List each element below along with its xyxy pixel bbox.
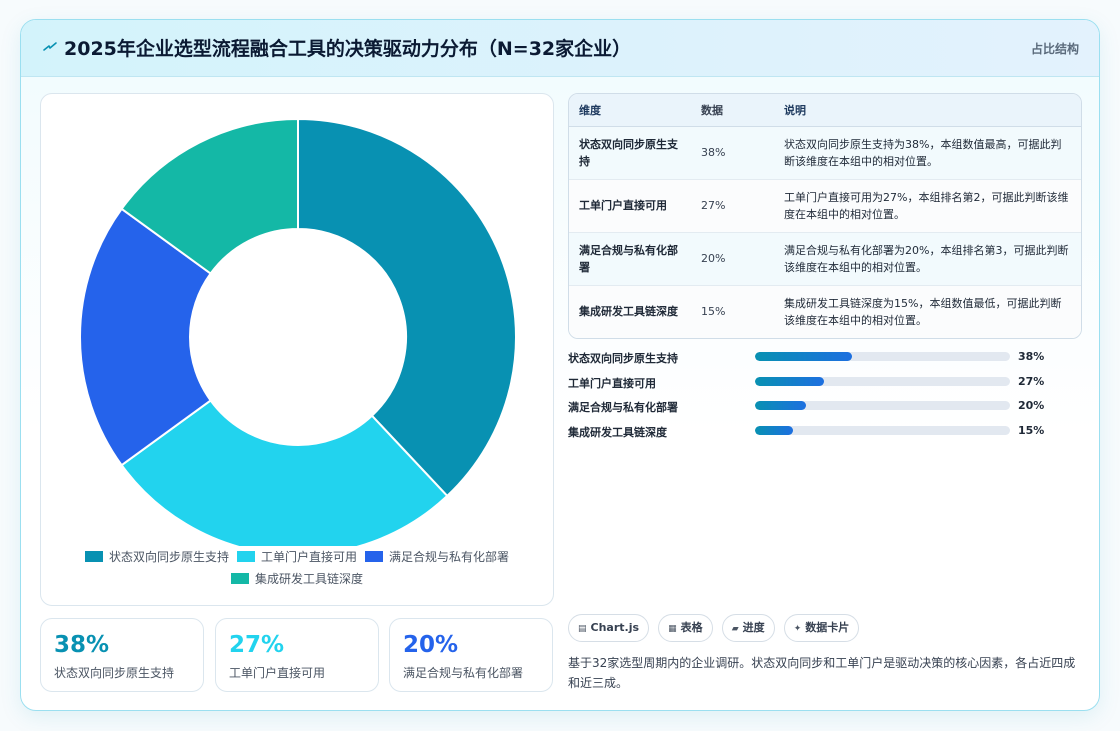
table-row: 状态双向同步原生支持 38% 状态双向同步原生支持为38%，本组数值最高，可据此… — [569, 126, 1081, 179]
chip-label: Chart.js — [590, 621, 640, 634]
stat-card: 38% 状态双向同步原生支持 — [40, 618, 204, 692]
legend-swatch — [365, 551, 383, 562]
progress-fill — [755, 376, 824, 386]
table-cell: 20% — [701, 252, 726, 265]
progress-track — [755, 401, 1010, 410]
page-title: 2025年企业选型流程融合工具的决策驱动力分布（N=32家企业） — [64, 38, 632, 60]
progress-fill — [755, 352, 852, 361]
chip-progress[interactable]: ▰ 进度 — [721, 614, 775, 642]
progress-row: 满足合规与私有化部署 20% — [568, 398, 1082, 423]
table-cell: 状态双向同步原生支持 — [579, 137, 678, 168]
table-icon: ▦ — [668, 624, 677, 634]
table-cell: 工单门户直接可用为27%，本组排名第2，可据此判断该维度在本组中的相对位置。 — [784, 190, 1069, 221]
legend-label: 满足合规与私有化部署 — [389, 550, 510, 564]
progress-list: 状态双向同步原生支持 38% 工单门户直接可用 27% 满足合规与私有化部署 2… — [568, 349, 1082, 447]
table-cell: 集成研发工具链深度 — [579, 305, 678, 319]
progress-label: 满足合规与私有化部署 — [568, 401, 678, 414]
chip-data-cards[interactable]: ✦ 数据卡片 — [783, 614, 860, 642]
stat-label: 工单门户直接可用 — [229, 666, 326, 680]
progress-fill — [755, 401, 806, 410]
chip-chartjs[interactable]: ▤ Chart.js — [568, 614, 650, 642]
progress-icon: ▰ — [731, 624, 739, 634]
table-cell: 状态双向同步原生支持为38%，本组数值最高，可据此判断该维度在本组中的相对位置。 — [784, 137, 1062, 168]
table-row: 集成研发工具链深度 15% 集成研发工具链深度为15%，本组数值最低，可据此判断… — [569, 285, 1081, 338]
legend-swatch — [230, 573, 249, 584]
table-cell: 15% — [701, 305, 726, 319]
chip-label: 进度 — [742, 621, 765, 634]
legend-item[interactable]: 状态双向同步原生支持 — [84, 546, 229, 568]
chart-type-tag: 占比结构 — [1030, 42, 1079, 56]
progress-track — [755, 376, 1010, 386]
progress-value: 38% — [1018, 350, 1045, 363]
table-cell: 满足合规与私有化部署 — [579, 243, 678, 274]
legend-swatch — [84, 551, 103, 562]
donut-chart — [79, 117, 517, 546]
chip-table[interactable]: ▦ 表格 — [658, 614, 713, 642]
table-cell: 27% — [701, 199, 726, 212]
progress-label: 工单门户直接可用 — [568, 376, 656, 390]
stat-card: 20% 满足合规与私有化部署 — [389, 618, 553, 692]
data-table: 维度 数据 说明 状态双向同步原生支持 38% 状态双向同步原生支持为38%，本… — [568, 93, 1082, 339]
progress-track — [755, 425, 1010, 435]
stat-label: 状态双向同步原生支持 — [54, 666, 175, 680]
stat-card: 27% 工单门户直接可用 — [215, 618, 379, 692]
footnote: 基于32家选型周期内的企业调研。状态双向同步和工单门户是驱动决策的核心因素，各占… — [568, 656, 1076, 690]
progress-value: 15% — [1018, 423, 1045, 437]
stat-cards: 38% 状态双向同步原生支持 27% 工单门户直接可用 20% 满足合规与私有化… — [40, 618, 554, 692]
legend-item[interactable]: 工单门户直接可用 — [236, 546, 357, 568]
progress-track — [755, 352, 1010, 361]
view-chips: ▤ Chart.js ▦ 表格 ▰ 进度 ✦ 数据卡片 — [568, 614, 863, 642]
table-row: 工单门户直接可用 27% 工单门户直接可用为27%，本组排名第2，可据此判断该维… — [569, 179, 1081, 232]
stat-value: 27% — [229, 632, 285, 658]
table-cell: 38% — [701, 146, 726, 159]
chart-icon: ▤ — [578, 624, 587, 634]
progress-row: 状态双向同步原生支持 38% — [568, 349, 1082, 374]
legend-item[interactable]: 集成研发工具链深度 — [230, 568, 363, 590]
chip-label: 表格 — [680, 621, 703, 634]
legend-label: 状态双向同步原生支持 — [108, 550, 229, 564]
table-header-row: 维度 数据 说明 — [569, 94, 1081, 127]
progress-value: 20% — [1018, 399, 1045, 412]
chip-label: 数据卡片 — [805, 621, 850, 634]
legend-label: 集成研发工具链深度 — [254, 572, 363, 586]
stat-value: 20% — [403, 632, 459, 658]
progress-row: 工单门户直接可用 27% — [568, 374, 1082, 399]
column-header: 维度 — [569, 94, 691, 127]
stat-label: 满足合规与私有化部署 — [403, 666, 524, 680]
table-row: 满足合规与私有化部署 20% 满足合规与私有化部署为20%，本组排名第3，可据此… — [569, 232, 1081, 285]
column-header: 数据 — [691, 94, 783, 127]
dashboard-card: 2025年企业选型流程融合工具的决策驱动力分布（N=32家企业） 占比结构 状态… — [20, 19, 1100, 711]
stat-value: 38% — [54, 632, 110, 658]
progress-value: 27% — [1018, 374, 1045, 388]
bolt-icon — [43, 42, 57, 51]
table-cell: 集成研发工具链深度为15%，本组数值最低，可据此判断该维度在本组中的相对位置。 — [784, 296, 1062, 327]
card-header: 2025年企业选型流程融合工具的决策驱动力分布（N=32家企业） 占比结构 — [21, 20, 1099, 77]
legend-label: 工单门户直接可用 — [260, 550, 357, 564]
chart-legend: 状态双向同步原生支持 工单门户直接可用 满足合规与私有化部署集成研发工具链深度 — [41, 546, 553, 590]
progress-label: 集成研发工具链深度 — [568, 425, 667, 439]
progress-fill — [755, 425, 794, 435]
table-cell: 工单门户直接可用 — [579, 199, 667, 212]
progress-label: 状态双向同步原生支持 — [568, 352, 678, 365]
legend-item[interactable]: 满足合规与私有化部署 — [365, 546, 509, 568]
table-cell: 满足合规与私有化部署为20%，本组排名第3，可据此判断该维度在本组中的相对位置。 — [784, 243, 1069, 274]
column-header: 说明 — [783, 94, 1081, 127]
progress-row: 集成研发工具链深度 15% — [568, 423, 1082, 448]
donut-chart-panel: 状态双向同步原生支持 工单门户直接可用 满足合规与私有化部署集成研发工具链深度 — [40, 93, 554, 606]
legend-swatch — [236, 551, 255, 562]
sparkle-icon: ✦ — [793, 624, 802, 634]
